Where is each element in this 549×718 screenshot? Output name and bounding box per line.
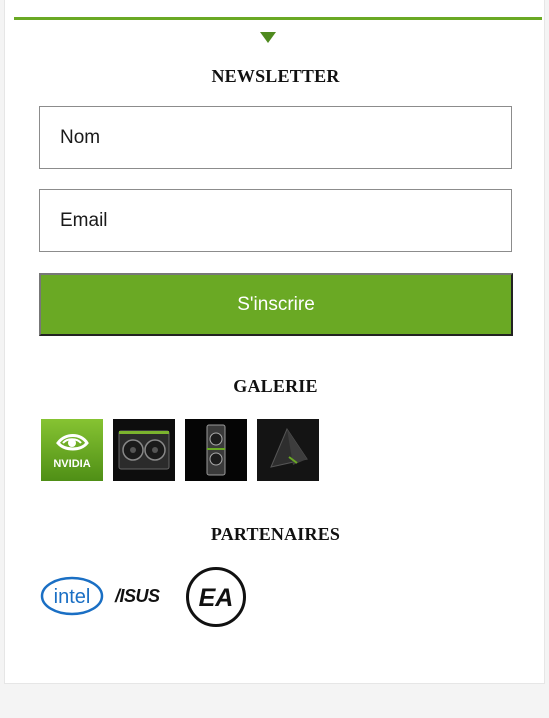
gallery-item-gpu[interactable]	[113, 419, 175, 481]
sidebar-card: NEWSLETTER S'inscrire GALERIE NVIDIA	[4, 0, 545, 684]
newsletter-title: NEWSLETTER	[211, 66, 340, 86]
nvidia-logo-text: NVIDIA	[53, 458, 90, 470]
gallery-item-gpu-vertical[interactable]	[185, 419, 247, 481]
partner-asus[interactable]: /ISUS	[113, 583, 179, 614]
email-input[interactable]	[40, 190, 511, 251]
ea-logo-icon: EA	[186, 567, 246, 627]
intel-logo-icon: intel	[40, 576, 104, 616]
top-divider	[14, 17, 542, 20]
shield-tv-icon	[257, 419, 319, 481]
graphics-card-icon	[113, 419, 175, 481]
ea-logo-text: EA	[199, 584, 234, 612]
partner-ea[interactable]: EA	[185, 566, 247, 633]
partner-intel[interactable]: intel	[39, 572, 105, 625]
name-field-wrapper	[39, 106, 512, 169]
subscribe-button[interactable]: S'inscrire	[39, 273, 513, 336]
name-input[interactable]	[40, 107, 511, 168]
email-field-wrapper	[39, 189, 512, 252]
gallery-item-shield[interactable]	[257, 419, 319, 481]
partners-title: PARTENAIRES	[210, 524, 341, 544]
gallery-title: GALERIE	[233, 376, 318, 396]
asus-logo-text: /ISUS	[114, 586, 160, 606]
intel-logo-text: intel	[54, 586, 91, 608]
asus-logo-icon: /ISUS	[114, 586, 161, 606]
graphics-card-vertical-icon	[185, 419, 247, 481]
nvidia-logo-icon: NVIDIA	[41, 419, 103, 481]
triangle-down-icon	[260, 32, 276, 43]
gallery-item-nvidia[interactable]: NVIDIA	[41, 419, 103, 481]
